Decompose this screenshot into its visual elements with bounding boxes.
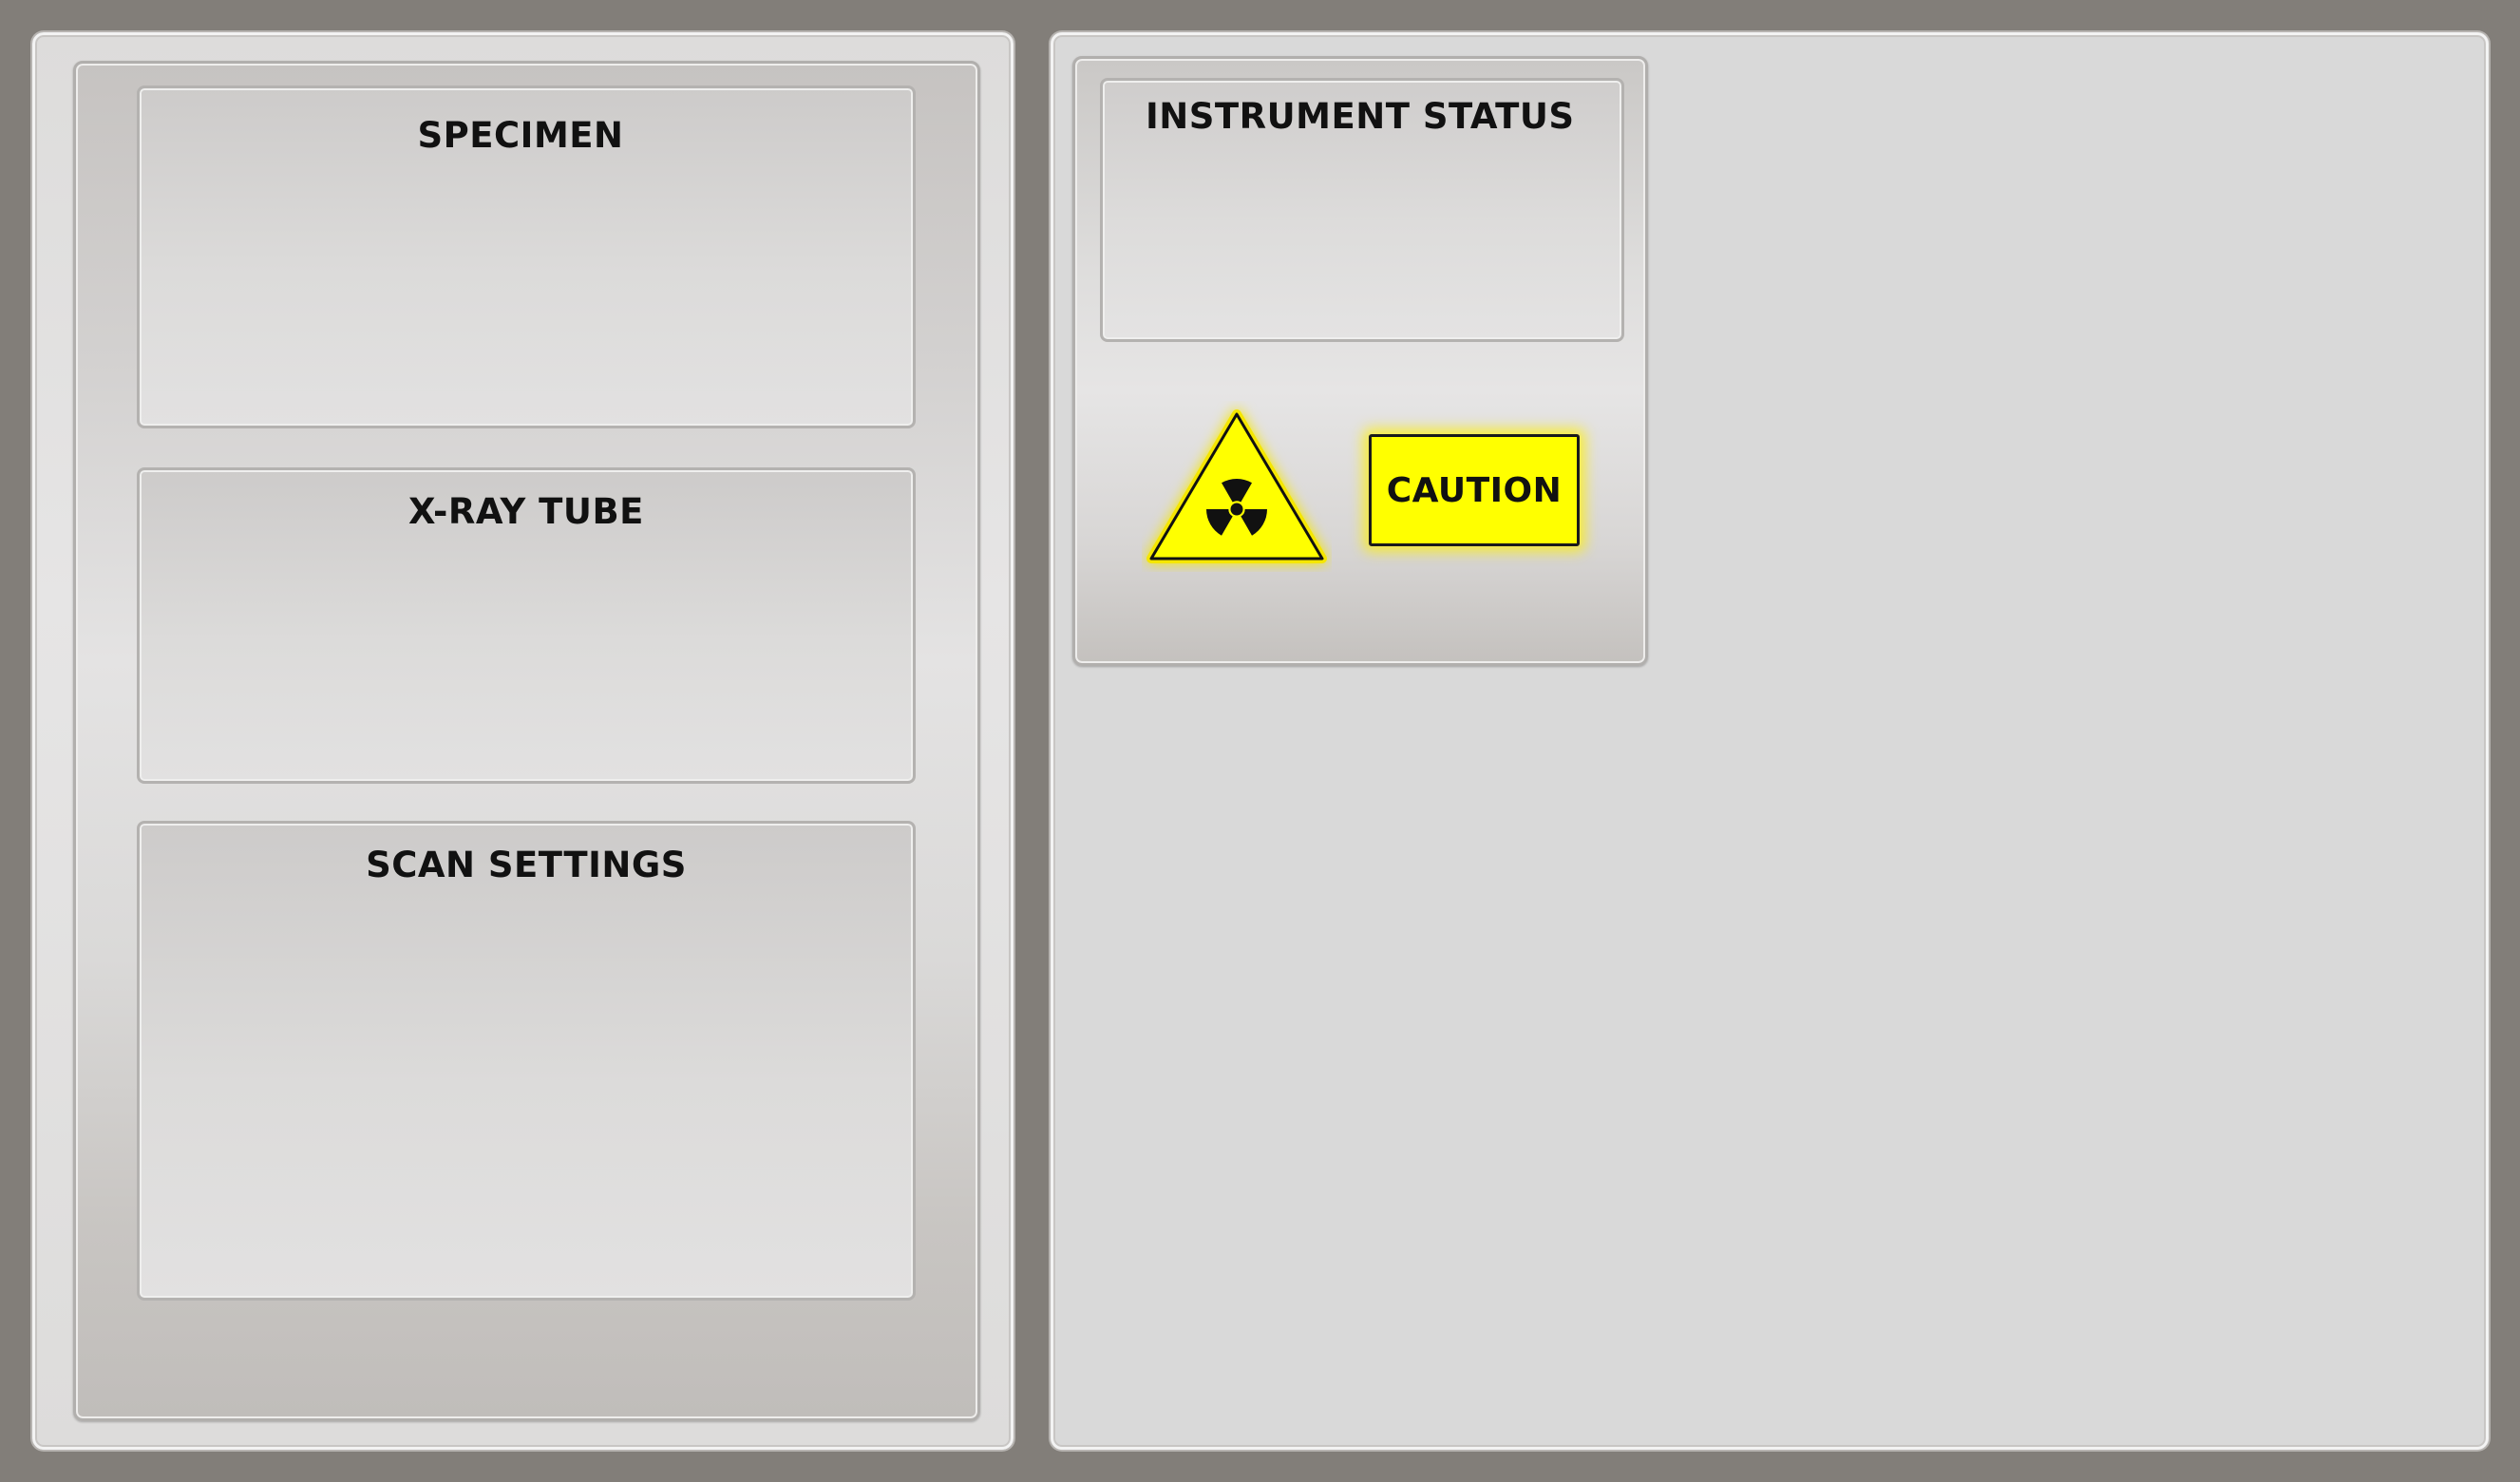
- instrument-status-display: INSTRUMENT STATUS: [1100, 78, 1624, 342]
- instrument-status-panel: INSTRUMENT STATUS CAUTION: [1072, 56, 1648, 666]
- specimen-section-title: SPECIMEN: [417, 115, 624, 156]
- right-display-pane: INSTRUMENT STATUS CAUTION: [1051, 32, 2489, 1450]
- caution-label: CAUTION: [1386, 470, 1563, 510]
- specimen-section: SPECIMEN: [137, 86, 916, 428]
- scan-settings-section: SCAN SETTINGS: [137, 821, 916, 1301]
- xray-tube-section: X-RAY TUBE: [137, 467, 916, 784]
- left-control-pane: SPECIMEN X-RAY TUBE SCAN SETTINGS: [32, 32, 1014, 1450]
- scan-settings-section-title: SCAN SETTINGS: [366, 845, 687, 885]
- caution-sign: CAUTION: [1369, 434, 1580, 546]
- xray-tube-section-title: X-RAY TUBE: [408, 491, 644, 532]
- instrument-status-title: INSTRUMENT STATUS: [1146, 96, 1575, 137]
- radiation-warning-icon: [1146, 409, 1327, 563]
- controls-frame: SPECIMEN X-RAY TUBE SCAN SETTINGS: [73, 61, 980, 1421]
